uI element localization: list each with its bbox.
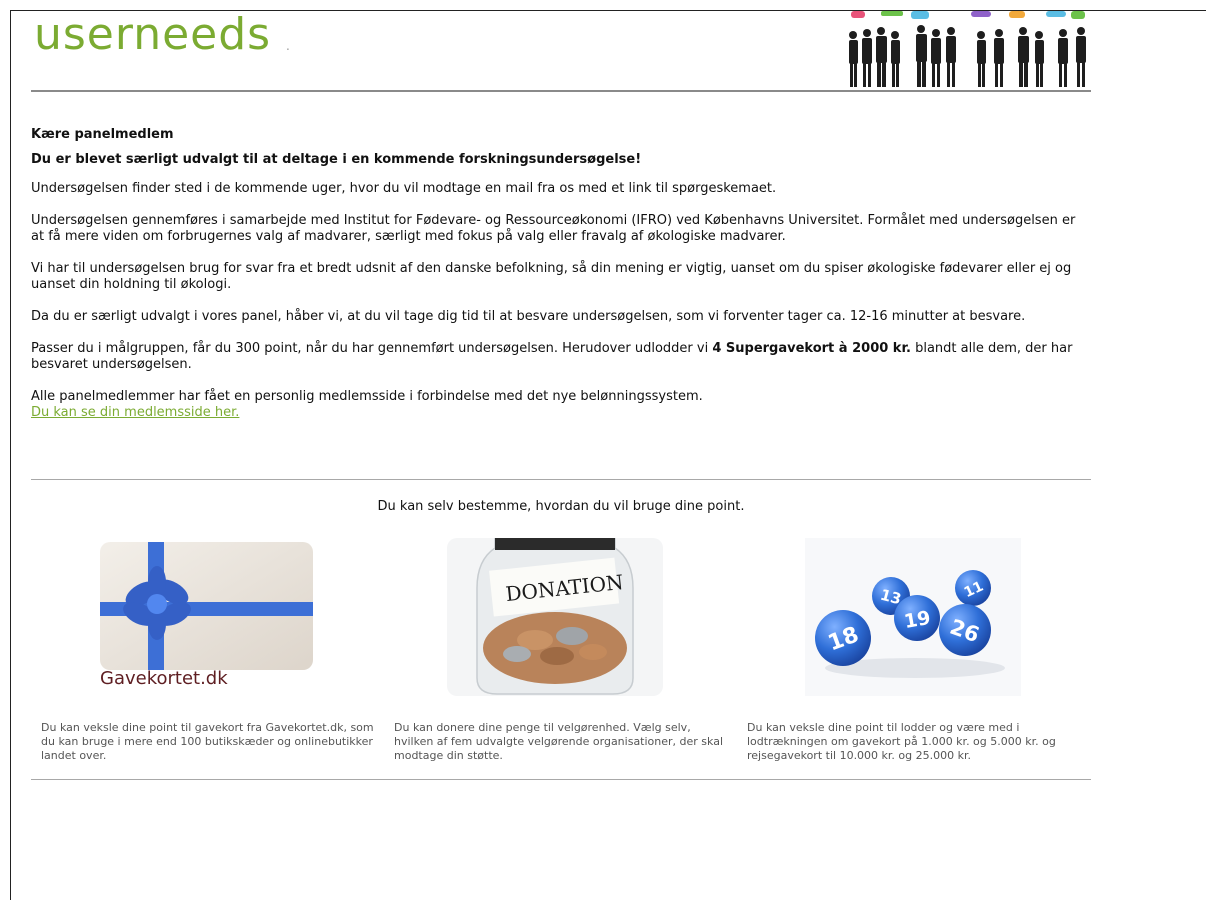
giftcard-picture: Gavekortet.dk [31,538,384,696]
lottery-picture: 18 13 19 26 11 [737,538,1090,696]
paragraph-member-page: Alle panelmedlemmer har fået en personli… [31,389,1091,421]
paragraph-audience: Vi har til undersøgelsen brug for svar f… [31,261,1072,292]
logo-dot: . [286,39,290,53]
letter-content: Kære panelmedlem Du er blevet særligt ud… [31,92,1091,421]
headline: Du er blevet særligt udvalgt til at delt… [31,152,642,167]
paragraph-reward: Passer du i målgruppen, får du 300 point… [31,341,1091,373]
member-page-text: Alle panelmedlemmer har fået en personli… [31,389,703,404]
rewards-columns: Gavekortet.dk Du kan veksle dine point t… [31,538,1091,763]
member-page-link[interactable]: Du kan se din medlemsside her. [31,405,239,420]
greeting: Kære panelmedlem [31,127,174,142]
giftcard-description: Du kan veksle dine point til gavekort fr… [41,721,374,762]
rewards-title: Du kan selv bestemme, hvordan du vil bru… [377,499,745,514]
userneeds-logo: userneeds [34,9,272,60]
email-body: userneeds . Kære panelmedlem Du er bleve… [31,9,1091,780]
reward-giftcard: Gavekortet.dk Du kan veksle dine point t… [31,538,384,763]
lottery-description: Du kan veksle dine point til lodder og v… [747,721,1056,762]
gavekortet-wordmark: Gavekortet.dk [100,668,228,689]
rewards-section: Du kan selv bestemme, hvordan du vil bru… [31,479,1091,780]
reward-highlight: 4 Supergavekort à 2000 kr. [712,341,911,356]
paragraph-timing: Undersøgelsen finder sted i de kommende … [31,181,777,196]
donation-jar-icon[interactable]: DONATION [447,538,663,696]
donation-description: Du kan donere dine penge til velgørenhed… [394,721,724,762]
ball-number-3: 19 [902,607,932,633]
gift-card-bow-icon[interactable]: Gavekortet.dk [100,542,313,690]
reward-text-start: Passer du i målgruppen, får du 300 point… [31,341,713,356]
paragraph-duration: Da du er særligt udvalgt i vores panel, … [31,309,1026,324]
reward-lottery: 18 13 19 26 11 Du kan veksle dine point … [737,538,1090,763]
paragraph-purpose: Undersøgelsen gennemføres i samarbejde m… [31,213,1076,244]
frame-left-border [10,10,11,900]
lottery-balls-icon[interactable]: 18 13 19 26 11 [805,538,1021,696]
reward-donation: DONATION Du kan donere dine penge til ve… [384,538,737,763]
email-header: userneeds . [31,9,1091,92]
donation-picture: DONATION [384,538,737,696]
people-silhouettes-icon [849,11,1086,87]
